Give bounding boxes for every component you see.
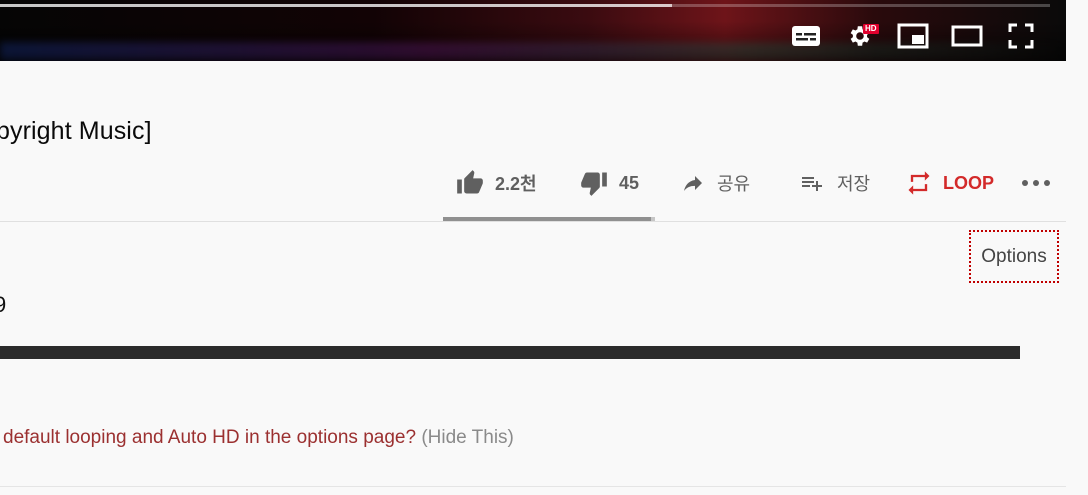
dislike-button[interactable]: 45 [579, 163, 639, 203]
loop-extension-notice: default looping and Auto HD in the optio… [3, 424, 514, 452]
fullscreen-button[interactable] [1005, 20, 1037, 52]
like-count: 2.2천 [495, 174, 537, 194]
like-button[interactable]: 2.2천 [455, 163, 537, 203]
progress-bar-played [0, 4, 672, 7]
hide-notice-link[interactable]: (Hide This) [421, 427, 514, 448]
thumbs-up-icon [457, 170, 483, 194]
extension-banner-bar [0, 346, 1020, 359]
video-title: pyright Music] [0, 117, 152, 145]
miniplayer-button[interactable] [897, 20, 929, 52]
section-divider [0, 221, 1066, 222]
save-label: 저장 [837, 174, 871, 194]
subtitles-button[interactable] [790, 20, 822, 52]
share-button[interactable]: 공유 [679, 163, 750, 203]
notice-question[interactable]: default looping and Auto HD in the optio… [3, 427, 416, 448]
more-actions-button[interactable] [1020, 163, 1052, 203]
video-player[interactable]: HD [0, 0, 1066, 61]
settings-button[interactable]: HD [843, 20, 879, 52]
video-actions-bar: 2.2천 45 공유 저장 LOOP [0, 163, 1066, 207]
loop-button[interactable]: LOOP [905, 163, 994, 203]
miniplayer-icon [897, 23, 929, 49]
theater-mode-icon [951, 25, 983, 47]
hd-badge: HD [863, 24, 879, 34]
fullscreen-icon [1008, 23, 1034, 49]
subtitles-icon [792, 26, 820, 46]
share-arrow-icon [684, 176, 702, 191]
progress-bar[interactable] [0, 4, 1050, 7]
description-fragment: 9 [0, 292, 7, 317]
repeat-icon [908, 171, 930, 195]
loop-label: LOOP [943, 172, 995, 193]
theater-mode-button[interactable] [951, 20, 983, 52]
thumbs-down-icon [581, 172, 607, 196]
options-button[interactable]: Options [969, 230, 1059, 283]
save-button[interactable]: 저장 [797, 163, 870, 203]
share-label: 공유 [717, 174, 751, 194]
more-horiz-icon [1022, 180, 1050, 186]
bottom-divider [0, 486, 1066, 487]
dislike-count: 45 [619, 172, 640, 193]
playlist-add-icon [802, 177, 822, 191]
